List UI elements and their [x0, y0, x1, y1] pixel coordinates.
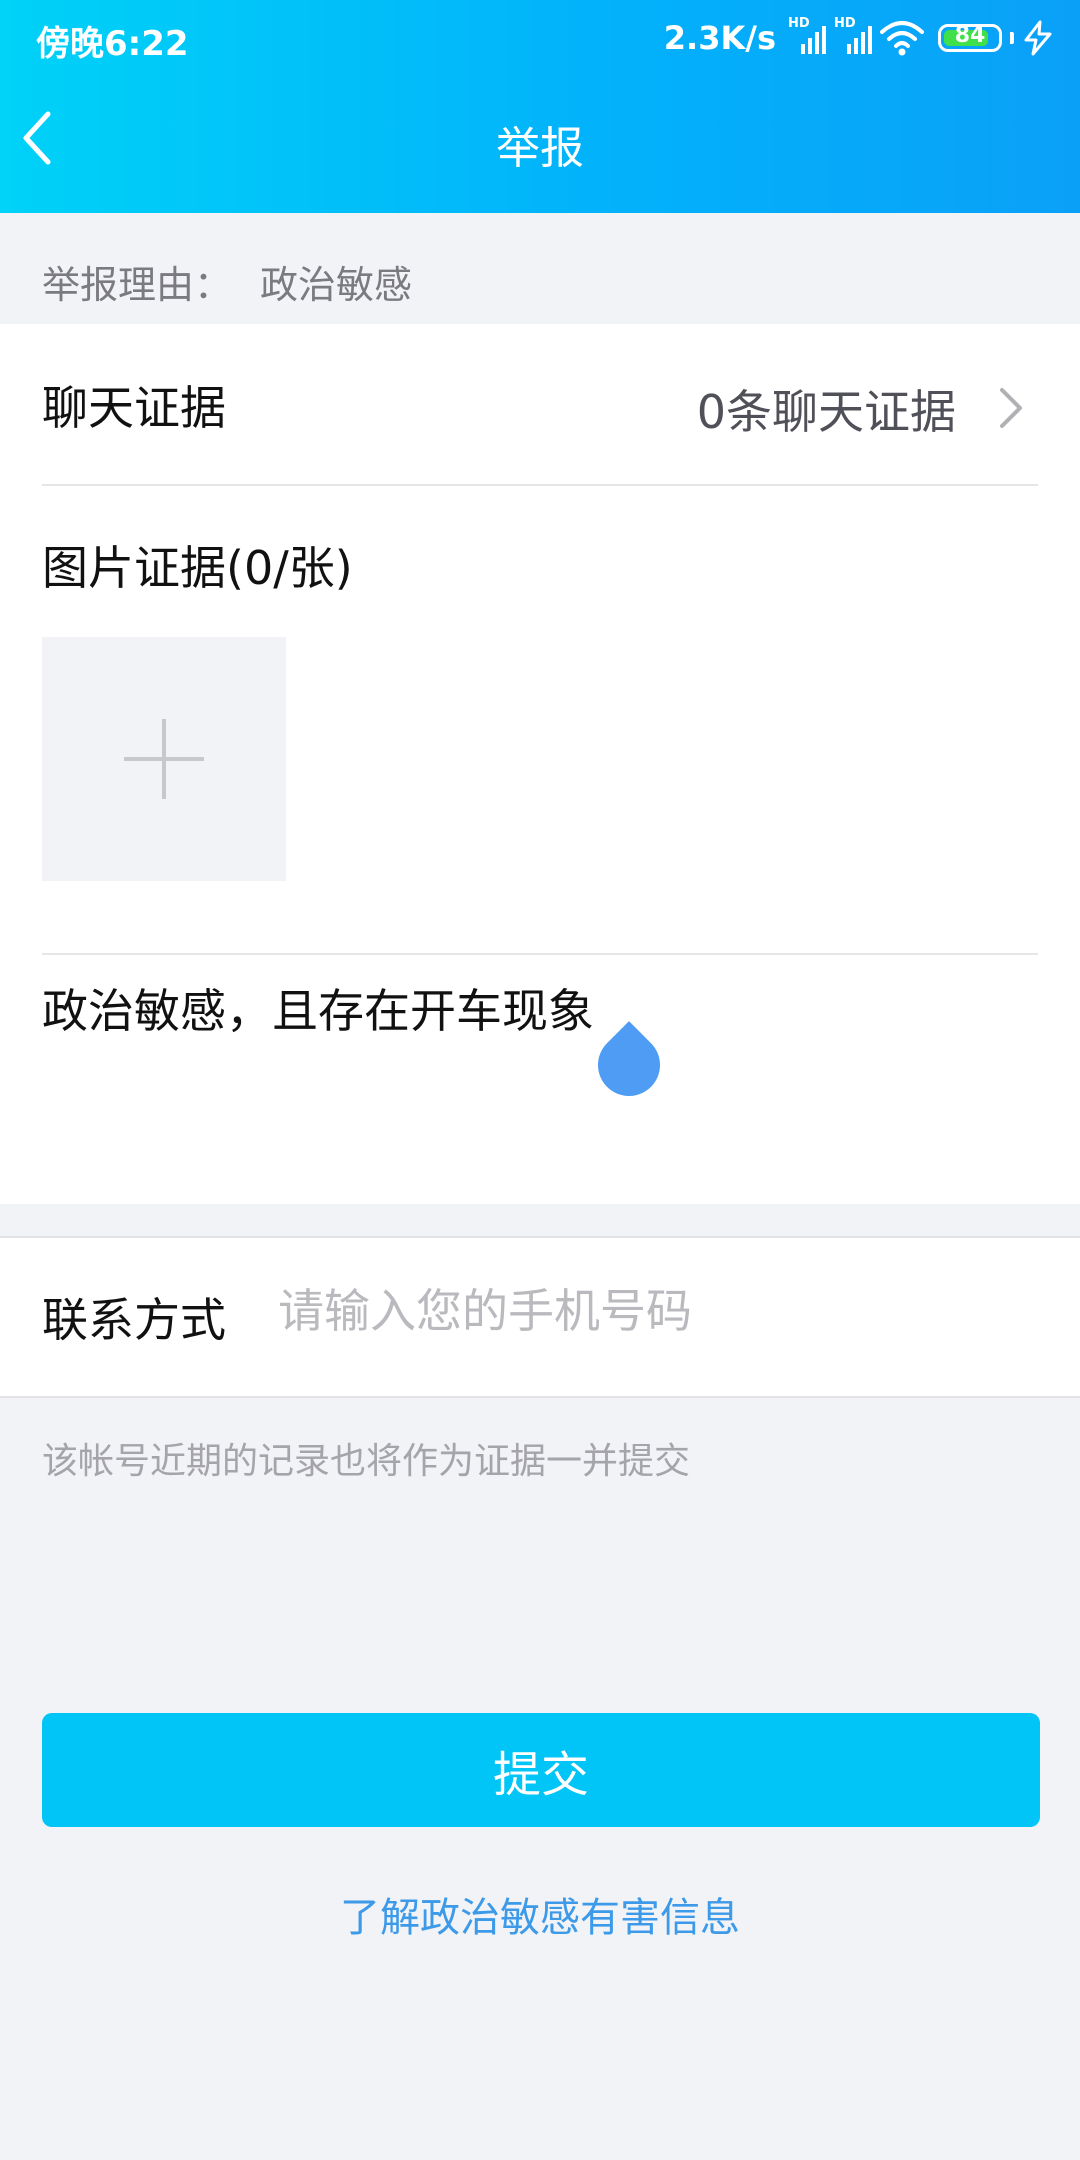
- chat-evidence-count: 0条聊天证据: [696, 385, 956, 439]
- network-speed: 2.3K/s: [663, 19, 776, 57]
- report-reason: 举报理由： 政治敏感: [42, 254, 412, 309]
- page-title: 举报: [496, 123, 584, 174]
- chevron-right-icon: [1000, 388, 1022, 428]
- report-reason-label: 举报理由：: [42, 263, 233, 307]
- learn-more-link[interactable]: 了解政治敏感有害信息: [0, 1885, 1080, 1943]
- battery-icon: 84: [938, 23, 1002, 52]
- charging-icon: [1024, 20, 1052, 56]
- status-indicators: 2.3K/s HD HD 84: [664, 16, 1054, 60]
- evidence-note: 该帐号近期的记录也将作为证据一并提交: [42, 1441, 691, 1482]
- add-image-button[interactable]: [42, 637, 286, 881]
- divider: [42, 484, 1038, 486]
- header-bar: 傍晚6:22 2.3K/s HD HD 84 举报: [0, 0, 1080, 213]
- status-time: 傍晚6:22: [36, 24, 189, 64]
- status-bar: 傍晚6:22 2.3K/s HD HD 84: [0, 0, 1080, 80]
- signal-icon: HD: [834, 16, 872, 56]
- battery-percent: 84: [954, 23, 986, 48]
- contact-label: 联系方式: [42, 1293, 226, 1347]
- description-textarea[interactable]: 政治敏感，且存在开车现象: [42, 975, 594, 1041]
- divider: [42, 953, 1038, 955]
- submit-button[interactable]: 提交: [42, 1713, 1040, 1827]
- chat-evidence-label: 聊天证据: [42, 381, 226, 435]
- wifi-icon: [880, 21, 924, 56]
- image-evidence-label: 图片证据(0/张): [42, 541, 353, 595]
- report-reason-value: 政治敏感: [260, 263, 413, 307]
- phone-input[interactable]: [278, 1276, 1018, 1346]
- signal-icon: HD: [788, 16, 826, 56]
- battery-tip: [1010, 32, 1014, 44]
